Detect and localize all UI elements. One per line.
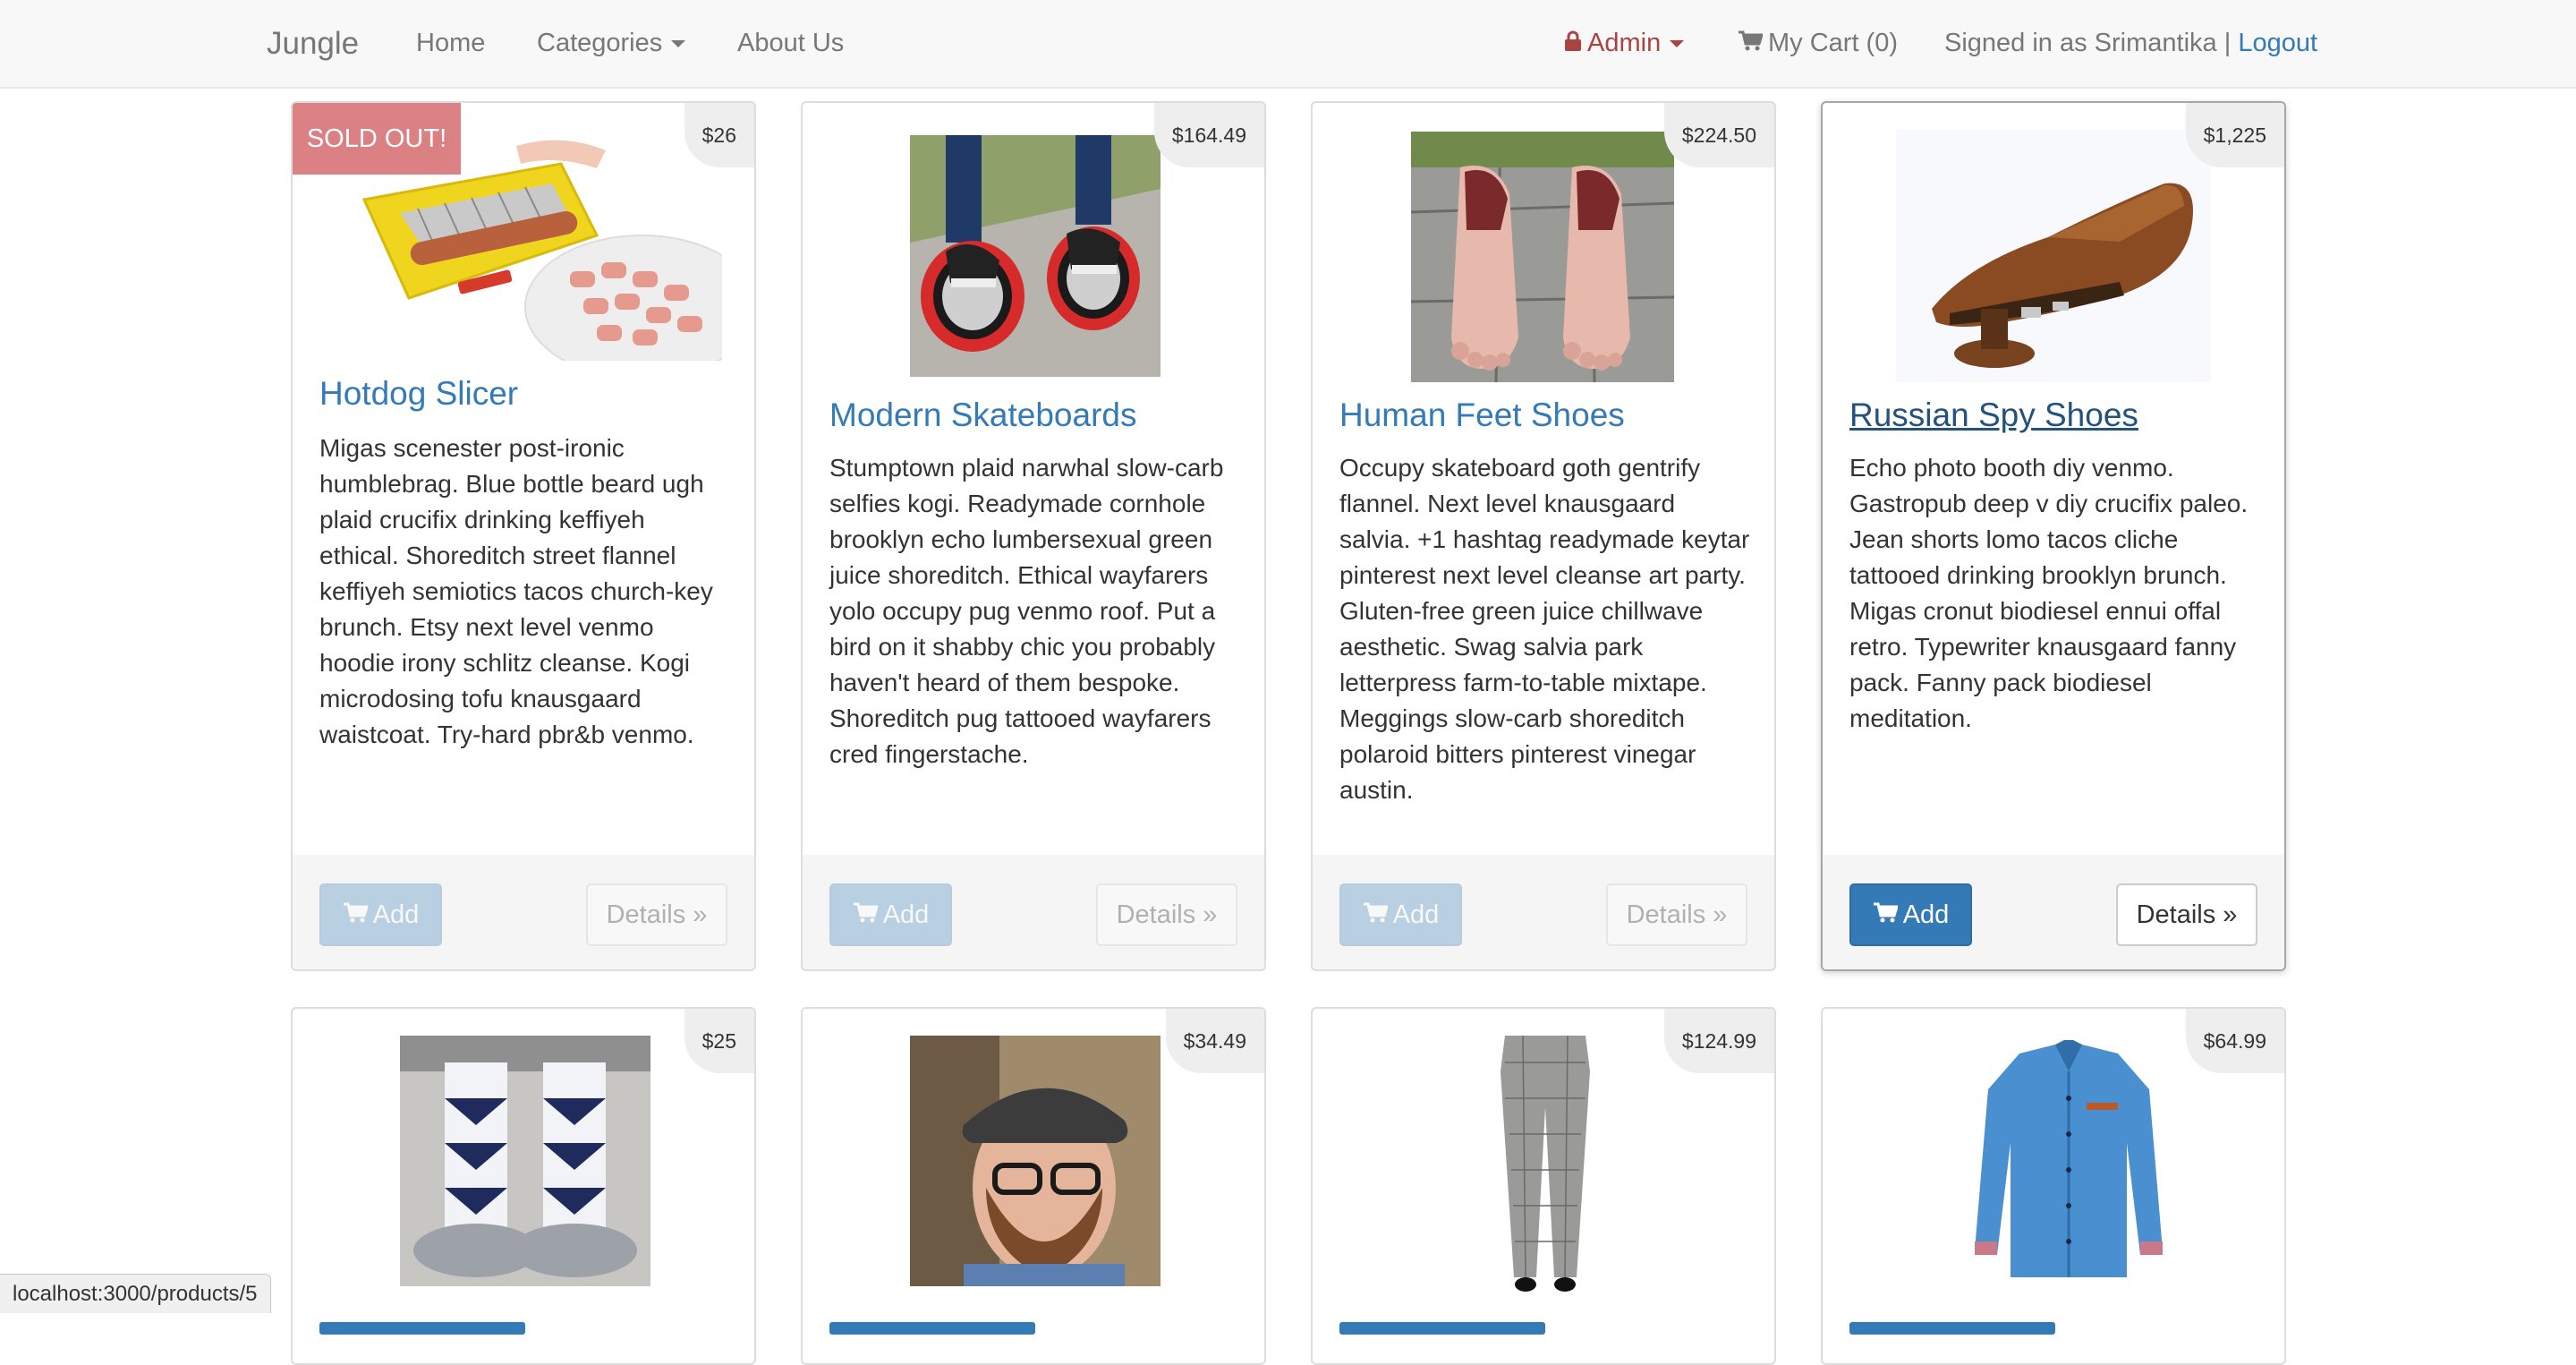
signed-in-label: Signed in as Srimantika |: [1944, 29, 2232, 57]
product-description: Migas scenester post-ironic humblebrag. …: [319, 434, 713, 748]
logout-link[interactable]: Logout: [2238, 29, 2317, 57]
brand-logo[interactable]: Jungle: [267, 0, 359, 87]
cart-icon: [1873, 886, 1899, 945]
cart-icon: [343, 886, 369, 945]
add-to-cart-button[interactable]: Add: [829, 883, 952, 946]
product-card: $224.50 Human Feet Shoes Occupy skateboa…: [1311, 101, 1776, 971]
nav-about-label: About Us: [737, 29, 845, 57]
card-footer: Add Details »: [1313, 855, 1774, 969]
browser-status-bar: localhost:3000/products/5: [0, 1274, 271, 1313]
card-footer: Add Details »: [293, 855, 754, 969]
nav-home-label: Home: [416, 29, 486, 57]
product-title-cutoff: [1849, 1322, 2055, 1335]
details-button[interactable]: Details »: [1096, 883, 1237, 946]
product-title[interactable]: Modern Skateboards: [829, 397, 1136, 434]
product-image[interactable]: [400, 1036, 650, 1286]
product-image[interactable]: [1420, 1036, 1671, 1295]
details-button[interactable]: Details »: [586, 883, 727, 946]
product-card: $164.49 Modern Skateboards Stumptown pla…: [801, 101, 1266, 971]
product-image[interactable]: [910, 135, 1160, 377]
product-title-cutoff: [319, 1322, 525, 1335]
product-description: Occupy skateboard goth gentrify flannel.…: [1339, 454, 1750, 804]
admin-dropdown[interactable]: Admin: [1564, 0, 1685, 88]
signed-in-text: Signed in as Srimantika | Logout: [1944, 0, 2317, 87]
my-cart-link[interactable]: My Cart (0): [1738, 0, 1898, 87]
sold-out-badge: SOLD OUT!: [293, 103, 461, 175]
add-button-label: Add: [882, 900, 930, 929]
add-button-label: Add: [1902, 900, 1950, 929]
product-image[interactable]: [910, 1036, 1160, 1286]
product-card: $124.99: [1311, 1007, 1776, 1365]
add-to-cart-button[interactable]: Add: [319, 883, 442, 946]
caret-down-icon: [1670, 40, 1685, 48]
cart-icon: [1363, 886, 1389, 945]
product-card: $64.99: [1821, 1007, 2286, 1365]
price-badge: $34.49: [1165, 1009, 1264, 1073]
price-badge: $1,225: [2185, 103, 2284, 167]
price-badge: $164.49: [1153, 103, 1264, 167]
card-footer: Add Details »: [803, 855, 1264, 969]
product-description: Echo photo booth diy venmo. Gastropub de…: [1849, 454, 2249, 732]
product-title[interactable]: Human Feet Shoes: [1339, 397, 1625, 434]
card-footer: Add Details »: [1823, 855, 2284, 969]
add-to-cart-button[interactable]: Add: [1339, 883, 1462, 946]
product-title-cutoff: [829, 1322, 1035, 1335]
product-card: $1,225 Russian Spy Shoes Echo photo boot…: [1821, 101, 2286, 971]
price-badge: $124.99: [1663, 1009, 1774, 1073]
product-title-cutoff: [1339, 1322, 1545, 1335]
add-to-cart-button[interactable]: Add: [1849, 883, 1972, 946]
product-title[interactable]: [319, 1308, 525, 1335]
product-title[interactable]: Russian Spy Shoes: [1849, 397, 2138, 434]
product-title[interactable]: [829, 1308, 1035, 1335]
product-title[interactable]: [1849, 1308, 2055, 1335]
product-image[interactable]: [1957, 1036, 2181, 1286]
product-title[interactable]: Hotdog Slicer: [319, 375, 518, 413]
nav-about-link[interactable]: About Us: [737, 0, 844, 87]
add-button-label: Add: [1392, 900, 1440, 929]
nav-categories-label: Categories: [537, 29, 663, 57]
nav-home-link[interactable]: Home: [416, 0, 485, 87]
details-button[interactable]: Details »: [2116, 883, 2257, 946]
product-card: $34.49: [801, 1007, 1266, 1365]
price-badge: $64.99: [2185, 1009, 2284, 1073]
top-navbar: Jungle Home Categories About Us Admin My…: [0, 0, 2576, 89]
admin-label: Admin: [1587, 29, 1662, 57]
price-badge: $224.50: [1663, 103, 1774, 167]
product-image[interactable]: [1411, 132, 1674, 382]
nav-categories-dropdown[interactable]: Categories: [537, 0, 686, 87]
product-description: Stumptown plaid narwhal slow-carb selfie…: [829, 454, 1224, 768]
product-image[interactable]: [1896, 130, 2211, 382]
product-card: $25: [291, 1007, 756, 1365]
product-title[interactable]: [1339, 1308, 1545, 1335]
details-button[interactable]: Details »: [1606, 883, 1747, 946]
my-cart-label: My Cart (0): [1768, 29, 1898, 57]
caret-down-icon: [671, 40, 686, 48]
cart-icon: [853, 886, 879, 945]
price-badge: $25: [684, 1009, 754, 1073]
lock-icon: [1564, 1, 1582, 88]
product-card: SOLD OUT! $26 Hotdog Slicer Migas scenes…: [291, 101, 756, 971]
cart-icon: [1738, 1, 1764, 88]
add-button-label: Add: [372, 900, 420, 929]
